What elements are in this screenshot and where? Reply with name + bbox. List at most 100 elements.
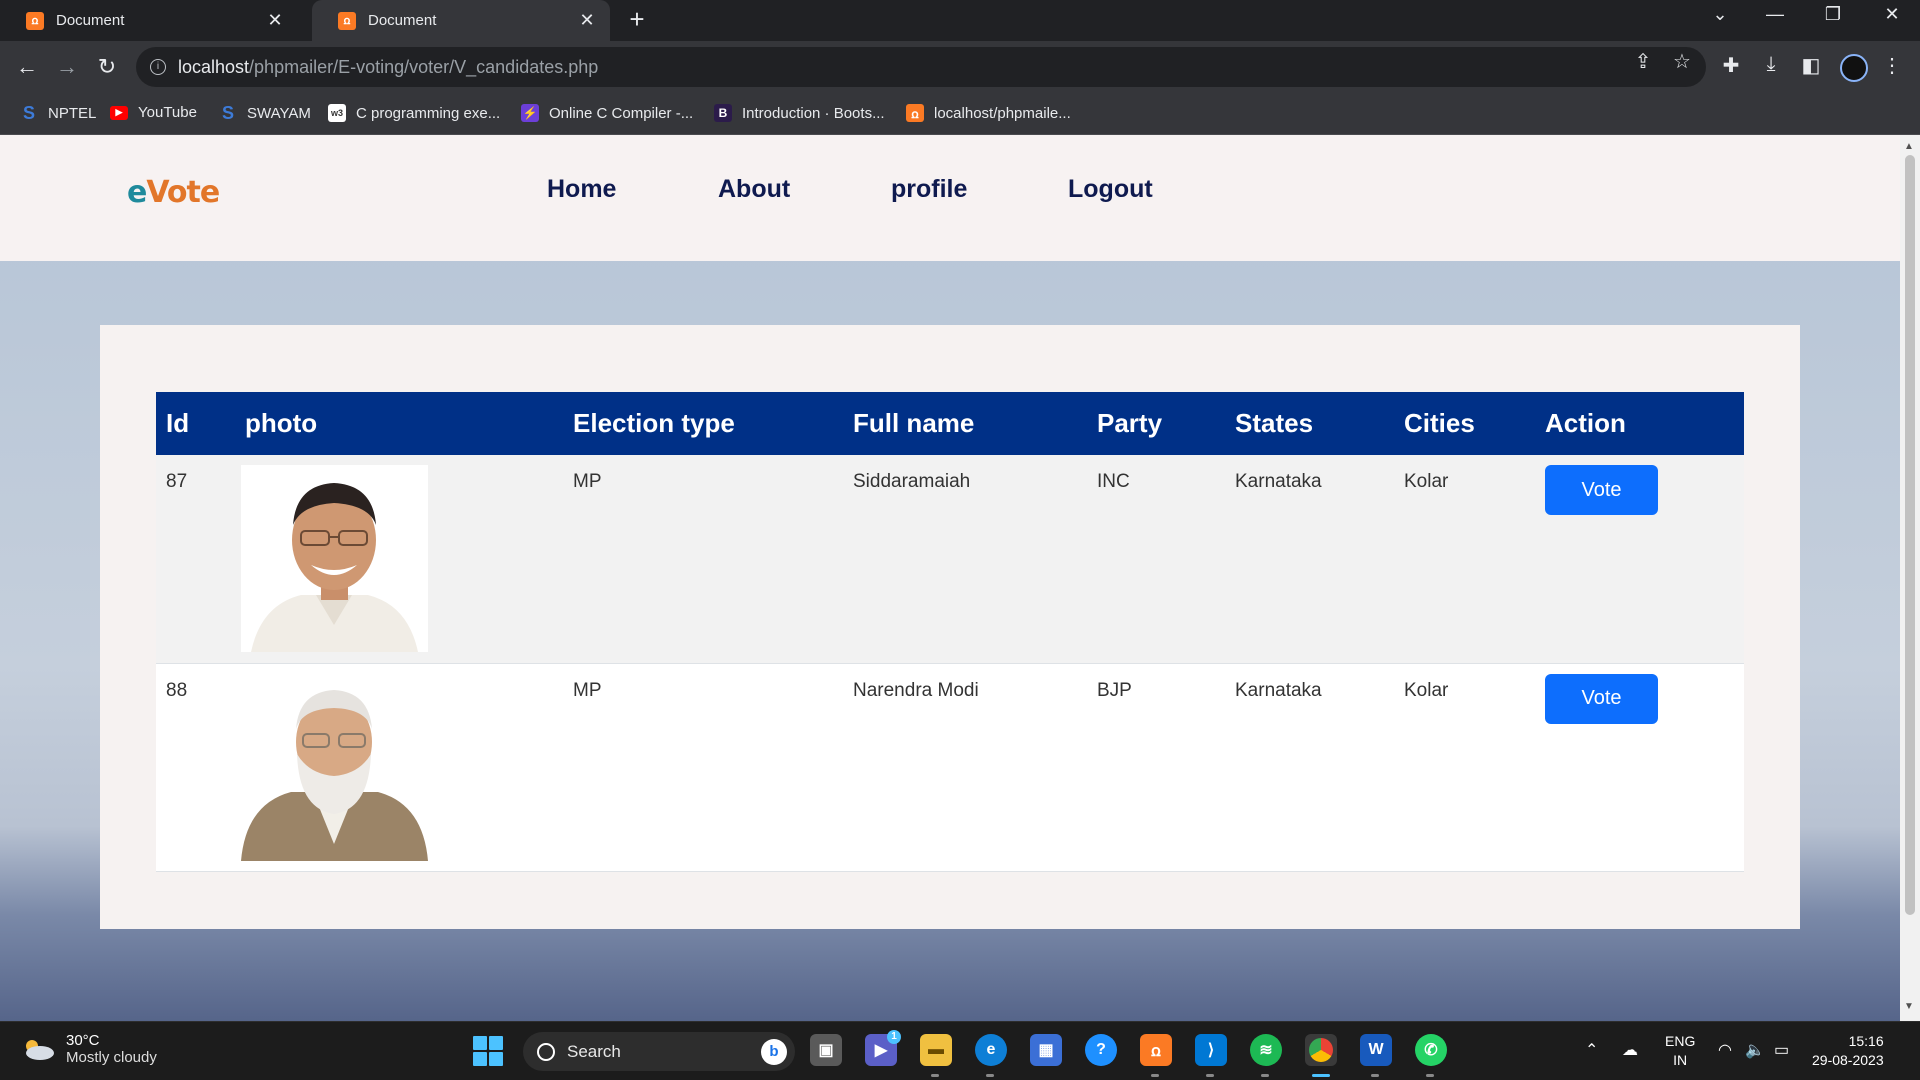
candidates-card: Id photo Election type Full name Party S… xyxy=(100,325,1800,929)
search-icon xyxy=(537,1042,555,1061)
nav-about[interactable]: About xyxy=(718,175,790,204)
swayam-s-icon: S xyxy=(22,102,35,123)
download-icon[interactable]: ⤓ xyxy=(1757,53,1785,76)
edge-browser-icon[interactable]: e xyxy=(975,1034,1007,1066)
new-tab-button[interactable]: + xyxy=(622,4,652,36)
bing-icon[interactable]: b xyxy=(761,1039,787,1065)
nav-home[interactable]: Home xyxy=(547,175,616,204)
cell-photo xyxy=(235,663,563,872)
scroll-down-arrow-icon[interactable]: ▼ xyxy=(1904,1001,1914,1012)
site-header: eVote Home About profile Logout xyxy=(0,135,1900,261)
cell-action: Vote xyxy=(1535,455,1744,664)
minimize-icon[interactable]: — xyxy=(1755,4,1795,25)
table-header-row: Id photo Election type Full name Party S… xyxy=(156,392,1744,455)
weather-desc: Mostly cloudy xyxy=(66,1049,157,1066)
candidate-photo xyxy=(241,673,428,861)
bookmark-bootstrap[interactable]: B Introduction · Boots... xyxy=(714,104,885,122)
volume-icon[interactable]: 🔈 xyxy=(1745,1040,1765,1060)
wifi-icon[interactable]: ◠ xyxy=(1718,1040,1732,1060)
chrome-icon[interactable] xyxy=(1305,1034,1337,1066)
cell-full-name: Siddaramaiah xyxy=(843,455,1087,664)
header-states: States xyxy=(1225,392,1394,455)
bookmark-star-icon[interactable]: ☆ xyxy=(1669,49,1695,74)
whatsapp-icon[interactable]: ✆ xyxy=(1415,1034,1447,1066)
scroll-up-arrow-icon[interactable]: ▲ xyxy=(1904,141,1914,152)
share-icon[interactable]: ⇪ xyxy=(1630,49,1656,74)
task-view-icon[interactable]: ▣ xyxy=(810,1034,842,1066)
header-cities: Cities xyxy=(1394,392,1535,455)
word-icon[interactable]: W xyxy=(1360,1034,1392,1066)
language-indicator[interactable]: ENG IN xyxy=(1665,1032,1695,1070)
bolt-icon: ⚡ xyxy=(521,104,539,122)
microsoft-store-icon[interactable]: ▦ xyxy=(1030,1034,1062,1066)
vote-button[interactable]: Vote xyxy=(1545,673,1658,724)
browser-tab[interactable]: ꭥ Document ✕ xyxy=(0,0,298,41)
show-hidden-icons-chevron-icon[interactable]: ⌃ xyxy=(1585,1040,1598,1060)
running-indicator xyxy=(1151,1074,1159,1077)
youtube-icon: ▶ xyxy=(110,105,128,120)
get-help-icon[interactable]: ? xyxy=(1085,1034,1117,1066)
cell-party: BJP xyxy=(1087,663,1225,872)
bookmark-nptel[interactable]: S NPTEL xyxy=(20,102,96,123)
teams-icon[interactable]: 1 ▶ xyxy=(865,1030,901,1066)
weather-widget[interactable]: 30°C Mostly cloudy xyxy=(20,1032,157,1066)
running-indicator xyxy=(1206,1074,1214,1077)
bookmark-online-c-compiler[interactable]: ⚡ Online C Compiler -... xyxy=(521,104,693,122)
bookmarks-bar: S NPTEL ▶ YouTube S SWAYAM w3 C programm… xyxy=(0,96,1920,135)
kebab-menu-icon[interactable]: ⋮ xyxy=(1878,53,1906,78)
file-explorer-icon[interactable]: ▬ xyxy=(920,1034,952,1066)
profile-avatar[interactable] xyxy=(1840,54,1868,82)
back-arrow-icon[interactable]: ← xyxy=(10,50,44,84)
scrollbar-thumb[interactable] xyxy=(1905,155,1915,915)
taskbar-search[interactable]: Search b xyxy=(523,1032,795,1071)
onedrive-cloud-icon[interactable]: ☁ xyxy=(1622,1040,1638,1060)
bookmark-youtube[interactable]: ▶ YouTube xyxy=(110,104,197,121)
windows-start-icon[interactable] xyxy=(473,1036,503,1066)
page-viewport: eVote Home About profile Logout Id photo… xyxy=(0,135,1900,1021)
active-indicator xyxy=(1312,1074,1330,1077)
close-window-icon[interactable]: ✕ xyxy=(1872,4,1912,25)
browser-tab-active[interactable]: ꭥ Document ✕ xyxy=(312,0,610,41)
vote-button[interactable]: Vote xyxy=(1545,465,1658,515)
restore-icon[interactable]: ❐ xyxy=(1813,4,1853,25)
header-photo: photo xyxy=(235,392,563,455)
forward-arrow-icon[interactable]: → xyxy=(50,50,84,84)
address-bar[interactable]: i localhost/phpmailer/E-voting/voter/V_c… xyxy=(136,47,1706,87)
cell-id: 87 xyxy=(156,455,235,664)
browser-toolbar: ← → ↻ i localhost/phpmailer/E-voting/vot… xyxy=(0,41,1920,96)
table-row: 88 MP Narendra Modi BJP Karnataka Kolar … xyxy=(156,663,1744,872)
tab-title: Document xyxy=(56,12,125,29)
evote-logo[interactable]: eVote xyxy=(127,175,220,210)
header-id: Id xyxy=(156,392,235,455)
nav-logout[interactable]: Logout xyxy=(1068,175,1153,204)
running-indicator xyxy=(1371,1074,1379,1077)
reload-icon[interactable]: ↻ xyxy=(90,50,124,84)
bookmark-swayam[interactable]: S SWAYAM xyxy=(219,102,311,123)
tab-title: Document xyxy=(368,12,437,29)
spotify-icon[interactable]: ≋ xyxy=(1250,1034,1282,1066)
battery-icon[interactable]: ▭ xyxy=(1774,1040,1789,1060)
cloud-sun-icon xyxy=(26,1040,54,1060)
cell-election-type: MP xyxy=(563,455,843,664)
page-scrollbar[interactable]: ▲ ▼ xyxy=(1900,135,1920,1021)
extensions-puzzle-icon[interactable]: ✚ xyxy=(1717,53,1745,78)
header-full-name: Full name xyxy=(843,392,1087,455)
close-tab-icon[interactable]: ✕ xyxy=(576,10,598,31)
close-tab-icon[interactable]: ✕ xyxy=(264,10,286,31)
xampp-icon[interactable]: ꭥ xyxy=(1140,1034,1172,1066)
xampp-icon: ꭥ xyxy=(906,104,924,122)
cell-city: Kolar xyxy=(1394,455,1535,664)
site-info-icon[interactable]: i xyxy=(150,59,166,75)
bootstrap-icon: B xyxy=(714,104,732,122)
header-party: Party xyxy=(1087,392,1225,455)
vscode-icon[interactable]: ⟩ xyxy=(1195,1034,1227,1066)
bookmark-localhost[interactable]: ꭥ localhost/phpmaile... xyxy=(906,104,1071,122)
swayam-s-icon: S xyxy=(221,102,234,123)
candidates-table: Id photo Election type Full name Party S… xyxy=(156,392,1744,872)
side-panel-icon[interactable]: ◧ xyxy=(1797,53,1825,78)
header-election-type: Election type xyxy=(563,392,843,455)
tab-search-chevron-icon[interactable]: ⌄ xyxy=(1700,4,1740,25)
nav-profile[interactable]: profile xyxy=(891,175,967,204)
system-clock[interactable]: 15:16 29-08-2023 xyxy=(1812,1032,1884,1070)
bookmark-c-programming[interactable]: w3 C programming exe... xyxy=(328,104,500,122)
